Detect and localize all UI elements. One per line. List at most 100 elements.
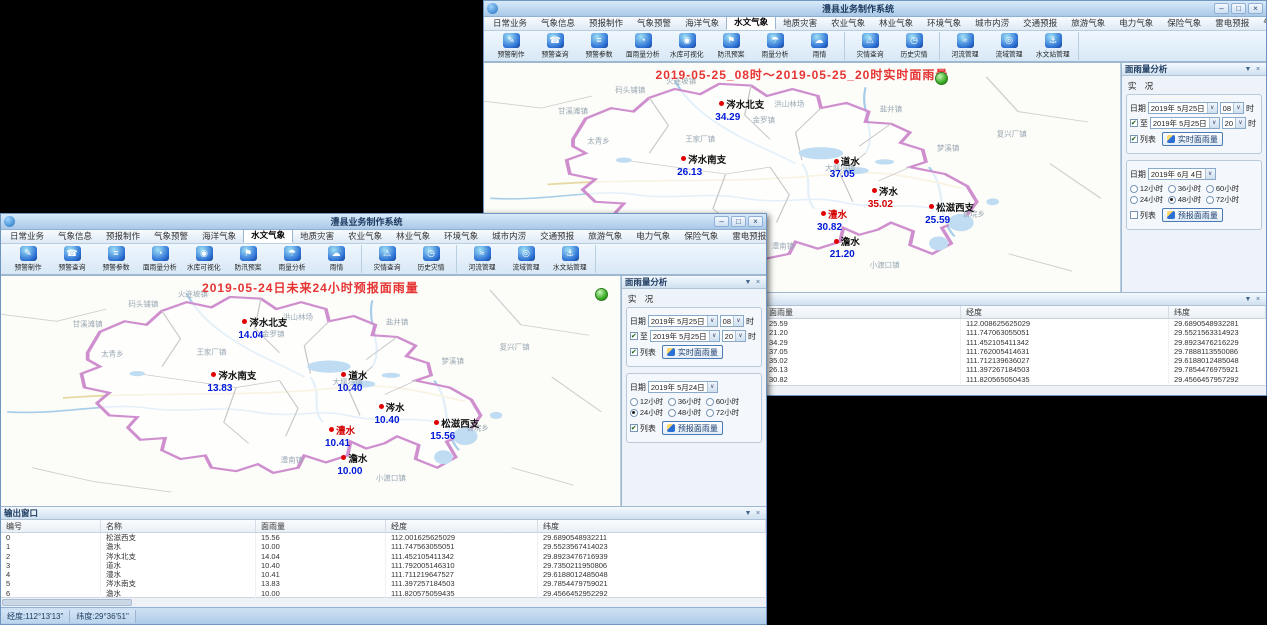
from-hour-combo[interactable]: 08∨ (720, 315, 744, 327)
forecast-rainfall-button[interactable]: 预报面雨量 (662, 421, 723, 435)
toolbar-button[interactable]: ✎预警制作 (6, 245, 50, 273)
duration-radio[interactable]: 24小时 (1130, 194, 1168, 205)
toolbar-button[interactable]: ✎预警制作 (489, 32, 533, 60)
menu-tab[interactable]: 保险气象 (677, 230, 725, 243)
toolbar-button[interactable]: ◷历史灾情 (409, 245, 453, 273)
titlebar[interactable]: 澧县业务制作系统 – □ × (484, 1, 1266, 17)
menu-tab[interactable]: 气象预警 (630, 17, 678, 30)
to-checkbox[interactable] (1130, 119, 1138, 127)
close-button[interactable]: × (748, 216, 763, 227)
toolbar-button[interactable]: ◎流域管理 (504, 245, 548, 273)
realtime-rainfall-button[interactable]: 实时面雨量 (1162, 132, 1223, 146)
toolbar-button[interactable]: ≈河流管理 (943, 32, 987, 60)
toolbar-button[interactable]: ☎预警查询 (533, 32, 577, 60)
map-locate-button[interactable] (595, 288, 608, 301)
list-checkbox[interactable] (630, 348, 638, 356)
map-view[interactable]: 2019-05-24日未来24小时预报面雨量 甘溪滩镇码头铺镇火连坡镇太青乡王家… (1, 276, 621, 506)
menu-tab[interactable]: 海洋气象 (678, 17, 726, 30)
dock-close-icon[interactable]: × (1253, 296, 1263, 303)
toolbar-button[interactable]: ⚠灾情查询 (365, 245, 409, 273)
panel-close-icon[interactable]: × (1253, 66, 1263, 73)
minimize-button[interactable]: – (1214, 3, 1229, 14)
toolbar-button[interactable]: ◔面雨量分析 (138, 245, 182, 273)
menu-tab[interactable]: 地质灾害 (776, 17, 824, 30)
toolbar-button[interactable]: ≈河流管理 (460, 245, 504, 273)
menu-tab[interactable]: 预报制作 (582, 17, 630, 30)
pin-icon[interactable]: ▼ (743, 279, 753, 286)
from-date-combo[interactable]: 2019年 5月25日∨ (1148, 102, 1218, 114)
table-row[interactable]: 0 松滋西支 15.56 112.001625625029 29.6890548… (1, 533, 766, 542)
menu-tab[interactable]: 雷电预报 (725, 230, 766, 243)
minimize-button[interactable]: – (714, 216, 729, 227)
menu-tab[interactable]: 城市内涝 (968, 17, 1016, 30)
forecast-list-checkbox[interactable] (630, 424, 638, 432)
toolbar-button[interactable]: ◉水库可视化 (665, 32, 709, 60)
scrollbar-thumb[interactable] (2, 599, 132, 606)
duration-radio[interactable]: 60小时 (1206, 183, 1244, 194)
menu-tab[interactable]: 林业气象 (389, 230, 437, 243)
duration-radio[interactable]: 36小时 (668, 396, 706, 407)
menu-tab[interactable]: 旅游气象 (1064, 17, 1112, 30)
table-row[interactable]: 5 涔水南支 13.83 111.397257184503 29.7854479… (1, 579, 766, 588)
menu-tab[interactable]: 地质灾害 (293, 230, 341, 243)
menu-tab[interactable]: 电力气象 (1112, 17, 1160, 30)
from-hour-combo[interactable]: 08∨ (1220, 102, 1244, 114)
maximize-button[interactable]: □ (1231, 3, 1246, 14)
menu-tab[interactable]: 交通预报 (1016, 17, 1064, 30)
toolbar-button[interactable]: ☁雨情 (314, 245, 358, 273)
horizontal-scrollbar[interactable] (1, 597, 766, 607)
toolbar-button[interactable]: ≡预警参数 (94, 245, 138, 273)
menu-tab[interactable]: 预报制作 (99, 230, 147, 243)
menu-tab[interactable]: 农业气象 (824, 17, 872, 30)
menu-tab[interactable]: 气象预警 (147, 230, 195, 243)
titlebar[interactable]: 澧县业务制作系统 – □ × (1, 214, 766, 230)
duration-radio[interactable]: 72小时 (1206, 194, 1244, 205)
toolbar-button[interactable]: ◷历史灾情 (892, 32, 936, 60)
menu-tab[interactable]: 电力气象 (629, 230, 677, 243)
menu-tab[interactable]: 水文气象 (243, 230, 293, 243)
forecast-date-combo[interactable]: 2019年 6月 4日∨ (1148, 168, 1216, 180)
realtime-rainfall-button[interactable]: 实时面雨量 (662, 345, 723, 359)
duration-radio[interactable]: 72小时 (706, 407, 744, 418)
close-button[interactable]: × (1248, 3, 1263, 14)
duration-radio[interactable]: 12小时 (1130, 183, 1168, 194)
toolbar-button[interactable]: ⚓水文站管理 (1031, 32, 1075, 60)
to-checkbox[interactable] (630, 332, 638, 340)
toolbar-button[interactable]: ☂雨量分析 (753, 32, 797, 60)
list-checkbox[interactable] (1130, 135, 1138, 143)
duration-radio[interactable]: 48小时 (1168, 194, 1206, 205)
forecast-rainfall-button[interactable]: 预报面雨量 (1162, 208, 1223, 222)
toolbar-button[interactable]: ⚠灾情查询 (848, 32, 892, 60)
table-row[interactable]: 6 澹水 10.00 111.820575059435 29.456645295… (1, 589, 766, 598)
pin-icon[interactable]: ▼ (1243, 66, 1253, 73)
menu-tab[interactable]: 交通预报 (533, 230, 581, 243)
to-hour-combo[interactable]: 20∨ (722, 330, 746, 342)
toolbar-button[interactable]: ☎预警查询 (50, 245, 94, 273)
to-date-combo[interactable]: 2019年 5月25日∨ (1150, 117, 1220, 129)
pin-icon[interactable]: ▼ (743, 510, 753, 517)
toolbar-button[interactable]: ⚑防汛预案 (226, 245, 270, 273)
dock-close-icon[interactable]: × (753, 510, 763, 517)
to-date-combo[interactable]: 2019年 5月25日∨ (650, 330, 720, 342)
toolbar-button[interactable]: ☂雨量分析 (270, 245, 314, 273)
table-row[interactable]: 2 涔水北支 14.04 111.452105411342 29.8923476… (1, 552, 766, 561)
menu-tab[interactable]: 旅游气象 (581, 230, 629, 243)
menu-tab[interactable]: 水文气象 (726, 17, 776, 30)
menu-tab[interactable]: 城市内涝 (485, 230, 533, 243)
menu-tab[interactable]: 林业气象 (872, 17, 920, 30)
menu-tab[interactable]: 保险气象 (1160, 17, 1208, 30)
toolbar-button[interactable]: ⚓水文站管理 (548, 245, 592, 273)
table-row[interactable]: 3 道水 10.40 111.792005146310 29.735021195… (1, 561, 766, 570)
pin-icon[interactable]: ▼ (1243, 296, 1253, 303)
toolbar-button[interactable]: ☁雨情 (797, 32, 841, 60)
toolbar-button[interactable]: ⚑防汛预案 (709, 32, 753, 60)
duration-radio[interactable]: 36小时 (1168, 183, 1206, 194)
duration-radio[interactable]: 60小时 (706, 396, 744, 407)
menu-tab[interactable]: 海洋气象 (195, 230, 243, 243)
table-row[interactable]: 1 澹水 10.00 111.747563055051 29.552356741… (1, 542, 766, 551)
menu-tab[interactable]: 日常业务 (486, 17, 534, 30)
menu-tab[interactable]: 气象信息 (51, 230, 99, 243)
menu-tab[interactable]: 气象信息 (534, 17, 582, 30)
menu-tab[interactable]: 环境气象 (920, 17, 968, 30)
menu-tab[interactable]: 雷电预报 (1208, 17, 1256, 30)
